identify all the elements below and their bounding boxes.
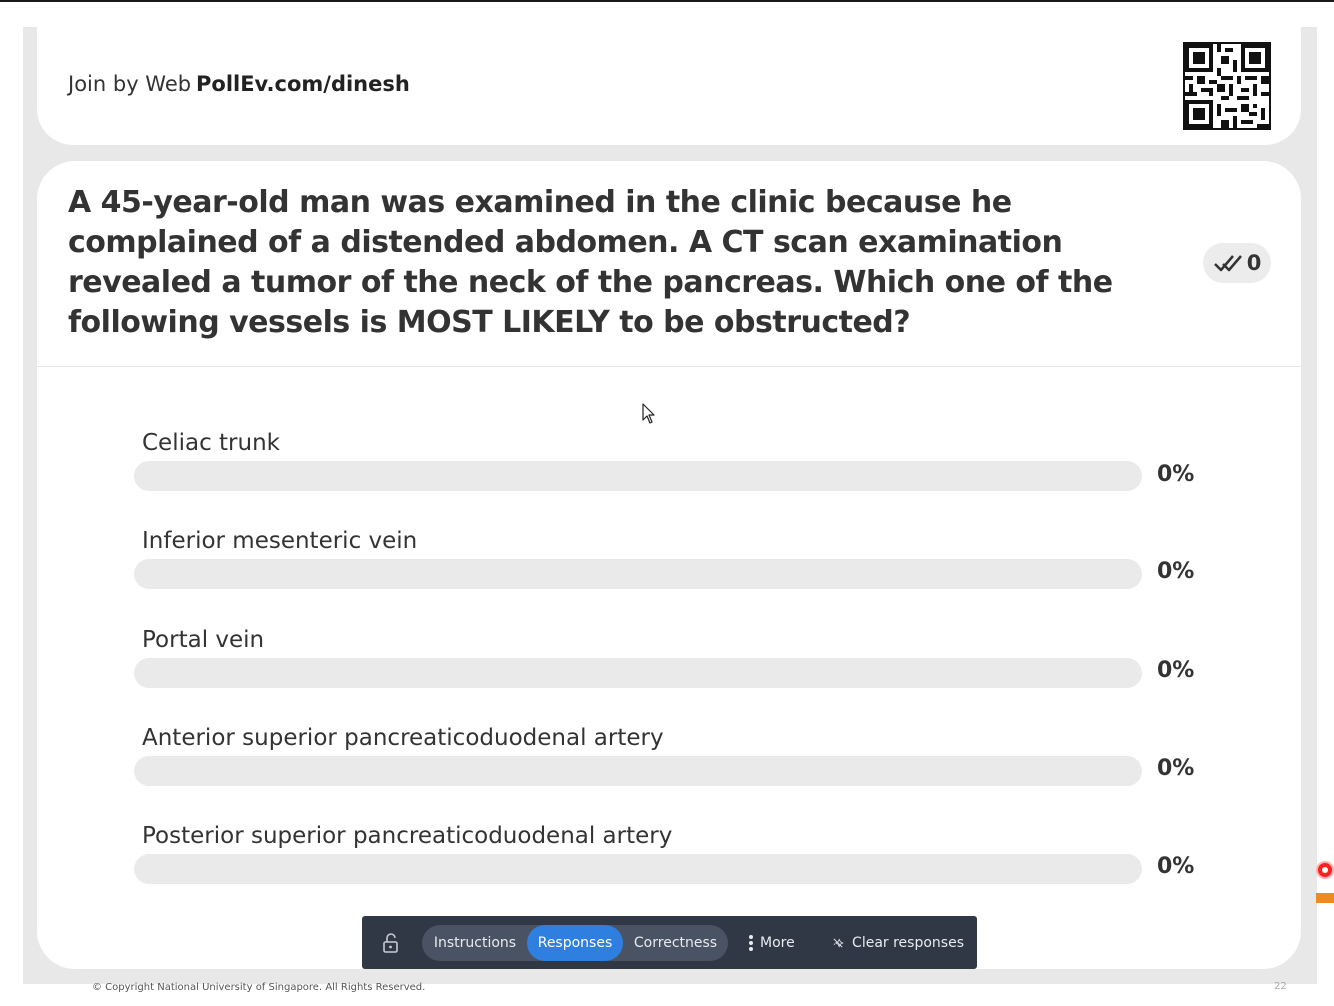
checkmark-icon [1213,255,1242,272]
option-label: Celiac trunk [142,430,280,456]
join-url[interactable]: PollEv.com/dinesh [196,72,410,96]
qr-code-icon [1183,42,1271,130]
record-indicator [1316,893,1334,903]
more-vertical-icon [749,935,753,951]
response-count-badge: 0 [1203,243,1271,283]
unlock-icon[interactable] [380,933,402,953]
option-percent: 0% [1157,854,1195,879]
question-text: A 45-year-old man was examined in the cl… [68,185,1113,340]
join-label: Join by Web [68,72,192,96]
option-bar [134,559,1142,589]
page-number: 22 [1274,981,1287,992]
option-percent: 0% [1157,756,1195,781]
top-border [0,0,1334,2]
response-count: 0 [1246,251,1262,275]
clear-responses-button[interactable]: Clear responses [832,925,964,961]
option-label: Inferior mesenteric vein [142,528,418,554]
tab-instructions[interactable]: Instructions [428,925,522,961]
mouse-cursor-icon [642,403,655,424]
option-percent: 0% [1157,559,1195,584]
option-percent: 0% [1157,658,1195,683]
more-button[interactable]: More [748,925,808,961]
option-bar [134,756,1142,786]
clear-sparkle-icon [833,938,844,948]
clear-label: Clear responses [852,935,964,951]
tab-correctness[interactable]: Correctness [627,925,724,961]
option-bar [134,461,1142,491]
more-label: More [760,935,795,951]
option-label: Anterior superior pancreaticoduodenal ar… [142,725,664,751]
divider [37,366,1301,367]
option-percent: 0% [1157,462,1195,487]
copyright-footer: © Copyright National University of Singa… [92,982,426,993]
tab-responses[interactable]: Responses [527,925,623,961]
option-label: Portal vein [142,627,265,653]
option-label: Posterior superior pancreaticoduodenal a… [142,823,673,849]
option-bar [134,658,1142,688]
option-bar [134,854,1142,884]
record-icon[interactable] [1318,863,1332,877]
